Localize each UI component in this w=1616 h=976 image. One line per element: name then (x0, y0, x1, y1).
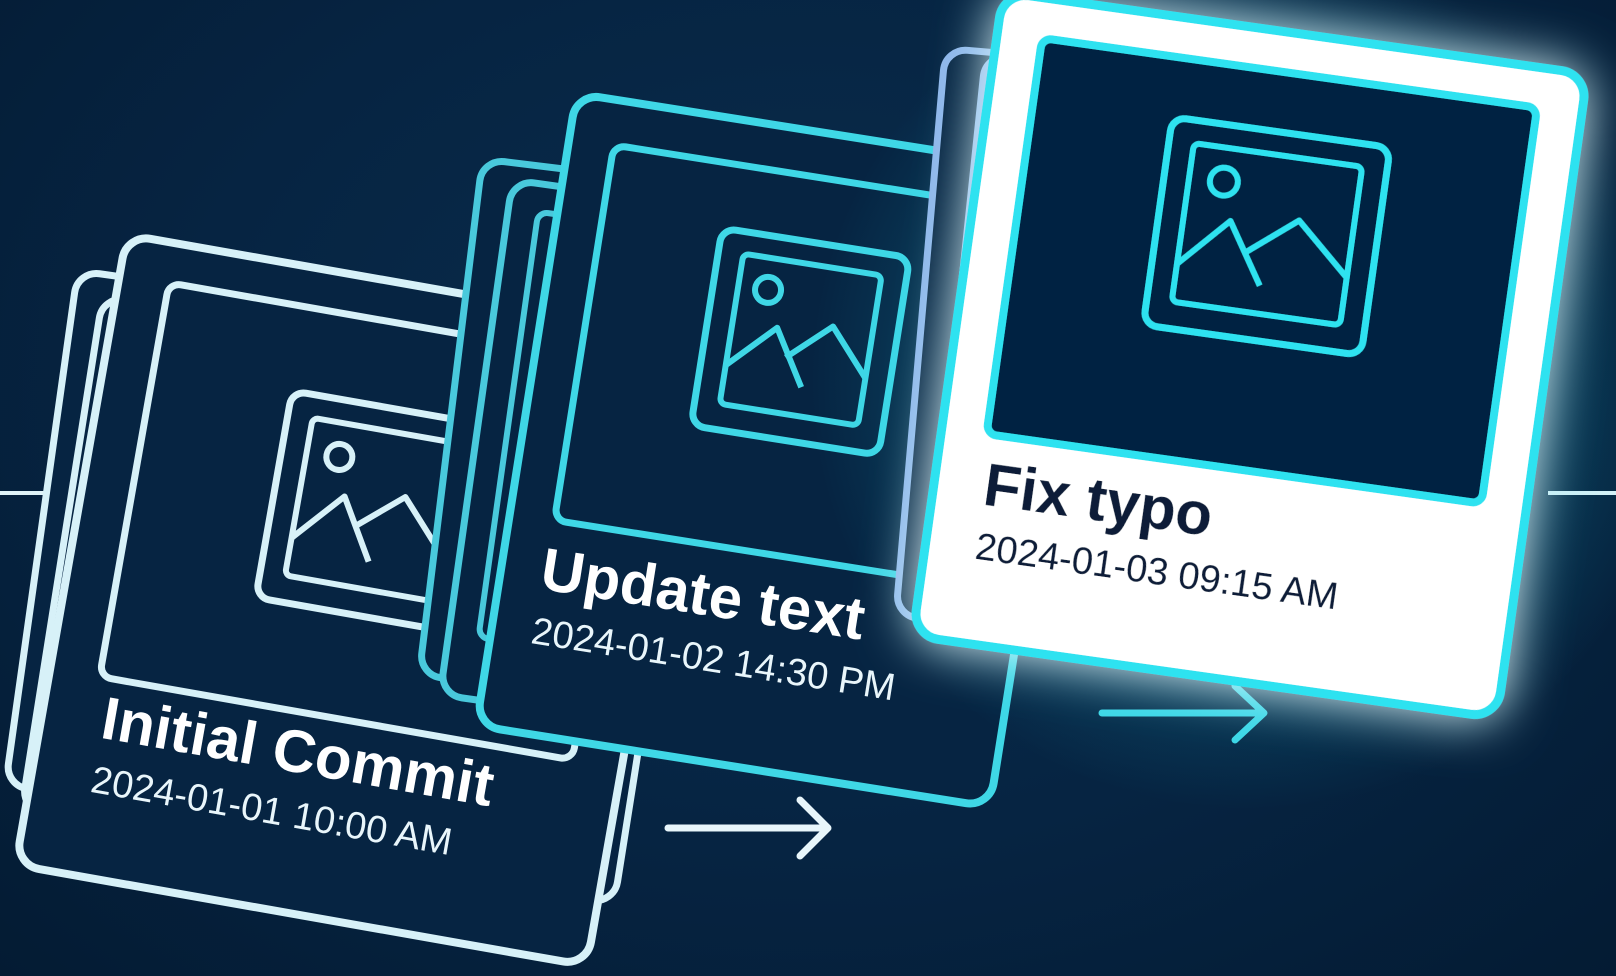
arrow-right-icon (664, 796, 832, 860)
diagram-canvas: Initial Commit 2024-01-01 10:00 AM Updat… (0, 0, 1616, 966)
version-history-diagram: Initial Commit 2024-01-01 10:00 AM Updat… (0, 0, 1616, 976)
commit-card-3[interactable]: Fix typo 2024-01-03 09:15 AM (911, 0, 1589, 720)
